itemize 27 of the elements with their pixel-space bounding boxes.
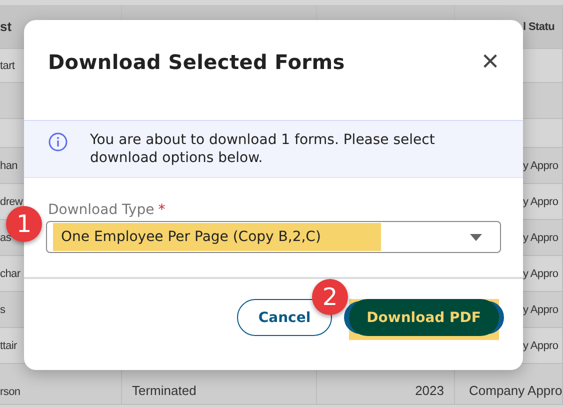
table-cell: han [0, 160, 18, 172]
download-button[interactable]: Download PDF [348, 299, 499, 336]
table-cell: Company Appro [469, 383, 562, 398]
column-header: l Statu [523, 20, 555, 32]
download-type-select[interactable]: One Employee Per Page (Copy B,2,C) [46, 221, 501, 253]
dialog-title: Download Selected Forms [48, 50, 345, 74]
close-button[interactable]: × [477, 47, 503, 77]
caret-icon [470, 234, 482, 240]
table-cell: y Appro [523, 196, 558, 208]
table-cell: char [0, 268, 20, 280]
required-mark: * [158, 202, 166, 218]
table-cell: tart [0, 60, 15, 72]
table-cell: 2023 [415, 383, 444, 398]
table-cell: y Appro [523, 232, 558, 244]
info-icon [48, 132, 68, 152]
table-cell: Terminated [132, 383, 196, 398]
table-cell: rson [0, 386, 20, 398]
table-cell: ttair [0, 340, 17, 352]
table-cell: s [0, 304, 6, 316]
info-text: You are about to download 1 forms. Please select download options below. [90, 131, 436, 167]
table-cell: y Appro [523, 268, 558, 280]
field-label: Download Type [48, 202, 154, 218]
table-cell: y Appro [523, 160, 558, 172]
column-header: st [0, 19, 12, 34]
table-cell: y Appro [523, 304, 558, 316]
table-cell: y Appro [523, 340, 558, 352]
table-cell: drew [0, 196, 23, 208]
